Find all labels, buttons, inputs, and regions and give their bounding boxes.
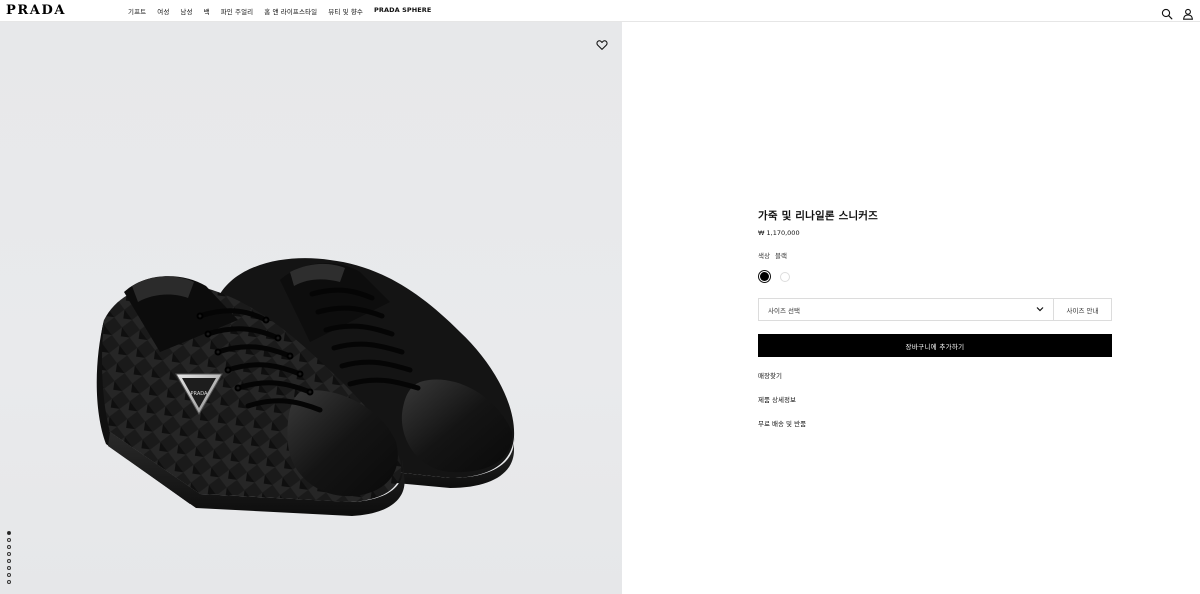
product-price: ₩ 1,170,000 bbox=[758, 229, 800, 237]
size-row: 사이즈 선택 사이즈 안내 bbox=[758, 298, 1112, 321]
nav-item-beauty-fragrance[interactable]: 뷰티 및 향수 bbox=[328, 6, 363, 16]
swatch-white[interactable] bbox=[778, 270, 791, 283]
nav-item-bags[interactable]: 백 bbox=[204, 6, 210, 16]
size-guide-button[interactable]: 사이즈 안내 bbox=[1054, 298, 1112, 321]
store-locator-link[interactable]: 매장찾기 bbox=[758, 370, 1114, 380]
swatch-black[interactable] bbox=[758, 270, 771, 283]
color-row: 색상 블랙 bbox=[758, 250, 1114, 260]
product-image-sneakers: PRADA bbox=[90, 232, 530, 526]
heart-icon[interactable] bbox=[596, 36, 608, 50]
product-details-link[interactable]: 제품 상세정보 bbox=[758, 394, 1114, 404]
svg-text:PRADA: PRADA bbox=[191, 391, 208, 397]
gallery-dot[interactable] bbox=[7, 573, 11, 577]
color-label: 색상 bbox=[758, 252, 770, 260]
nav-item-home-lifestyle[interactable]: 홈 앤 라이프스타일 bbox=[264, 6, 317, 16]
site-header: PRADA 기프트 여성 남성 백 파인 주얼리 홈 앤 라이프스타일 뷰티 및… bbox=[0, 0, 1200, 22]
nav-item-gifts[interactable]: 기프트 bbox=[128, 6, 146, 16]
gallery-dot[interactable] bbox=[7, 545, 11, 549]
size-select-label: 사이즈 선택 bbox=[768, 306, 800, 315]
chevron-down-icon bbox=[1036, 306, 1044, 314]
nav-item-women[interactable]: 여성 bbox=[157, 6, 169, 16]
gallery-dot[interactable] bbox=[7, 566, 11, 570]
main-nav: 기프트 여성 남성 백 파인 주얼리 홈 앤 라이프스타일 뷰티 및 향수 PR… bbox=[128, 6, 431, 16]
gallery-dot[interactable] bbox=[7, 552, 11, 556]
gallery-dot[interactable] bbox=[7, 559, 11, 563]
shipping-returns-link[interactable]: 무료 배송 및 반품 bbox=[758, 418, 1114, 428]
color-swatches bbox=[758, 270, 1114, 283]
swatch-fill bbox=[779, 271, 790, 282]
size-select[interactable]: 사이즈 선택 bbox=[758, 298, 1054, 321]
color-value: 블랙 bbox=[774, 252, 787, 260]
gallery-dot[interactable] bbox=[7, 580, 11, 584]
gallery-dot[interactable] bbox=[7, 538, 11, 542]
gallery-dot[interactable] bbox=[7, 531, 11, 535]
header-icons bbox=[1161, 5, 1194, 20]
nav-item-fine-jewelry[interactable]: 파인 주얼리 bbox=[221, 6, 254, 16]
product-gallery[interactable]: PRADA bbox=[0, 22, 622, 594]
account-icon[interactable] bbox=[1182, 5, 1194, 20]
swatch-fill bbox=[760, 272, 769, 281]
search-icon[interactable] bbox=[1161, 5, 1173, 20]
prada-logo[interactable]: PRADA bbox=[6, 3, 66, 18]
nav-item-prada-sphere[interactable]: PRADA SPHERE bbox=[374, 6, 431, 16]
product-title: 가죽 및 리나일론 스니커즈 bbox=[758, 210, 879, 222]
product-links: 매장찾기 제품 상세정보 무료 배송 및 반품 bbox=[758, 370, 1114, 428]
gallery-pagination bbox=[7, 531, 11, 584]
product-info: 가죽 및 리나일론 스니커즈 ₩ 1,170,000 색상 블랙 사이즈 선택 … bbox=[758, 208, 1114, 428]
add-to-cart-button[interactable]: 장바구니에 추가하기 bbox=[758, 334, 1112, 357]
nav-item-men[interactable]: 남성 bbox=[180, 6, 192, 16]
